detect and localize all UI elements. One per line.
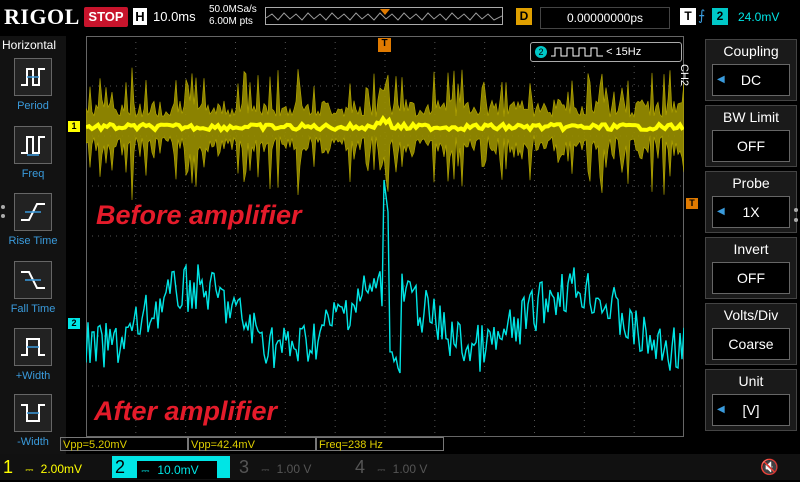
freq-label: Freq — [21, 168, 45, 180]
pos-width-label: +Width — [15, 370, 51, 382]
after-amplifier-label: After amplifier — [93, 396, 279, 426]
probe-title: Probe — [732, 175, 770, 191]
measure-pos-width-button[interactable]: +Width — [4, 328, 62, 382]
rise-time-icon — [14, 193, 52, 231]
invert-value: OFF — [737, 270, 765, 286]
acquisition-info: 50.0MSa/s 6.00M pts — [209, 4, 257, 28]
period-label: Period — [17, 100, 49, 112]
trigger-edge-icon: ⨍ — [698, 7, 706, 23]
rise-time-label: Rise Time — [8, 235, 58, 247]
dc-coupling-icon: ⎓ — [261, 465, 270, 476]
measurement-freq: Freq=238 Hz — [316, 437, 444, 451]
channel-1-number: 1 — [2, 457, 13, 477]
page-dot-icon — [1, 205, 5, 209]
measure-rise-time-button[interactable]: Rise Time — [4, 193, 62, 247]
timebase-indicator[interactable]: H 10.0ms — [133, 8, 196, 25]
channel-3-scale: 1.00 V — [276, 462, 312, 476]
volts-div-title: Volts/Div — [723, 307, 779, 323]
fall-time-icon — [14, 261, 52, 299]
invert-title: Invert — [733, 241, 769, 257]
before-amplifier-label: Before amplifier — [96, 200, 303, 230]
channel-3-tab[interactable]: 3 ⎓ 1.00 V — [236, 456, 342, 478]
dc-coupling-icon: ⎓ — [377, 465, 386, 476]
page-dot-icon — [1, 214, 5, 218]
brand-logo: RIGOL — [4, 4, 80, 29]
page-dot-icon — [794, 218, 798, 222]
sound-muted-icon[interactable]: 🔇 — [760, 458, 779, 476]
volts-div-value: Coarse — [728, 336, 774, 352]
timebase-key: H — [133, 8, 147, 25]
unit-title: Unit — [738, 373, 764, 389]
bw-limit-menu[interactable]: BW Limit OFF — [705, 105, 797, 167]
probe-menu[interactable]: Probe ◀ 1X — [705, 171, 797, 233]
ch2-badge-icon: 2 — [535, 46, 547, 58]
channel-4-tab[interactable]: 4 ⎓ 1.00 V — [352, 456, 458, 478]
volts-div-menu[interactable]: Volts/Div Coarse — [705, 303, 797, 365]
delay-key: D — [516, 8, 532, 25]
invert-menu[interactable]: Invert OFF — [705, 237, 797, 299]
ch2-frequency-badge: 2 < 15Hz — [530, 42, 682, 62]
trigger-level-marker[interactable]: T — [686, 198, 698, 209]
channel-4-number: 4 — [354, 457, 365, 477]
measurement-ch1-vpp: Vpp=5.20mV — [60, 437, 188, 451]
channel-2-scale: 10.0mV — [157, 462, 199, 477]
memory-position-bar[interactable] — [265, 7, 503, 25]
unit-value: [V] — [742, 402, 760, 418]
measure-neg-width-button[interactable]: -Width — [4, 394, 62, 448]
timebase-value: 10.0ms — [153, 9, 196, 24]
memory-waveform-icon — [265, 9, 503, 21]
menu-arrow-icon: ◀ — [717, 206, 725, 217]
coupling-title: Coupling — [723, 43, 779, 59]
menu-arrow-icon: ◀ — [717, 404, 725, 415]
channel-3-number: 3 — [238, 457, 249, 477]
bw-limit-value: OFF — [737, 138, 765, 154]
trigger-key: T — [680, 8, 696, 25]
channel-1-tab[interactable]: 1 ⎓ 2.00mV — [0, 456, 110, 478]
neg-width-icon — [14, 394, 52, 432]
dc-coupling-icon: ⎓ — [25, 465, 34, 476]
delay-value[interactable]: 0.00000000ps — [540, 7, 670, 29]
memory-depth: 6.00M pts — [209, 16, 253, 27]
neg-width-label: -Width — [17, 436, 49, 448]
sample-rate: 50.0MSa/s — [209, 4, 257, 15]
fall-time-label: Fall Time — [10, 303, 56, 315]
unit-menu[interactable]: Unit ◀ [V] — [705, 369, 797, 431]
measure-period-button[interactable]: Period — [4, 58, 62, 112]
bw-limit-title: BW Limit — [723, 109, 779, 125]
trigger-source-badge: 2 — [712, 8, 728, 25]
channel-4-scale: 1.00 V — [392, 462, 428, 476]
waveform-display[interactable]: Before amplifier After amplifier — [86, 36, 684, 454]
horizontal-menu-title: Horizontal — [2, 38, 57, 52]
right-panel-channel-tag: CH2 — [678, 64, 690, 87]
channel-2-tab[interactable]: 2 ⎓ 10.0mV — [112, 456, 230, 479]
measure-freq-button[interactable]: Freq — [4, 126, 62, 180]
freq-icon — [14, 126, 52, 164]
ch2-frequency-text: < 15Hz — [606, 46, 642, 58]
trigger-time-marker[interactable]: T — [378, 38, 391, 52]
dc-coupling-icon: ⎓ — [141, 465, 150, 477]
measure-fall-time-button[interactable]: Fall Time — [4, 261, 62, 315]
square-wave-icon — [551, 47, 603, 57]
ch2-offset-marker[interactable]: 2 — [68, 318, 80, 329]
pos-width-icon — [14, 328, 52, 366]
menu-arrow-icon: ◀ — [717, 74, 725, 85]
coupling-menu[interactable]: Coupling ◀ DC — [705, 39, 797, 101]
run-stop-button[interactable]: STOP — [84, 7, 128, 27]
channel-2-number: 2 — [114, 457, 125, 477]
period-icon — [14, 58, 52, 96]
measurement-ch2-vpp: Vpp=42.4mV — [188, 437, 316, 451]
coupling-value: DC — [740, 72, 762, 88]
channel-1-scale: 2.00mV — [40, 462, 83, 476]
ch1-offset-marker[interactable]: 1 — [68, 121, 80, 132]
page-dot-icon — [794, 208, 798, 212]
probe-value: 1X — [742, 204, 760, 220]
trigger-level[interactable]: 24.0mV — [738, 7, 779, 27]
